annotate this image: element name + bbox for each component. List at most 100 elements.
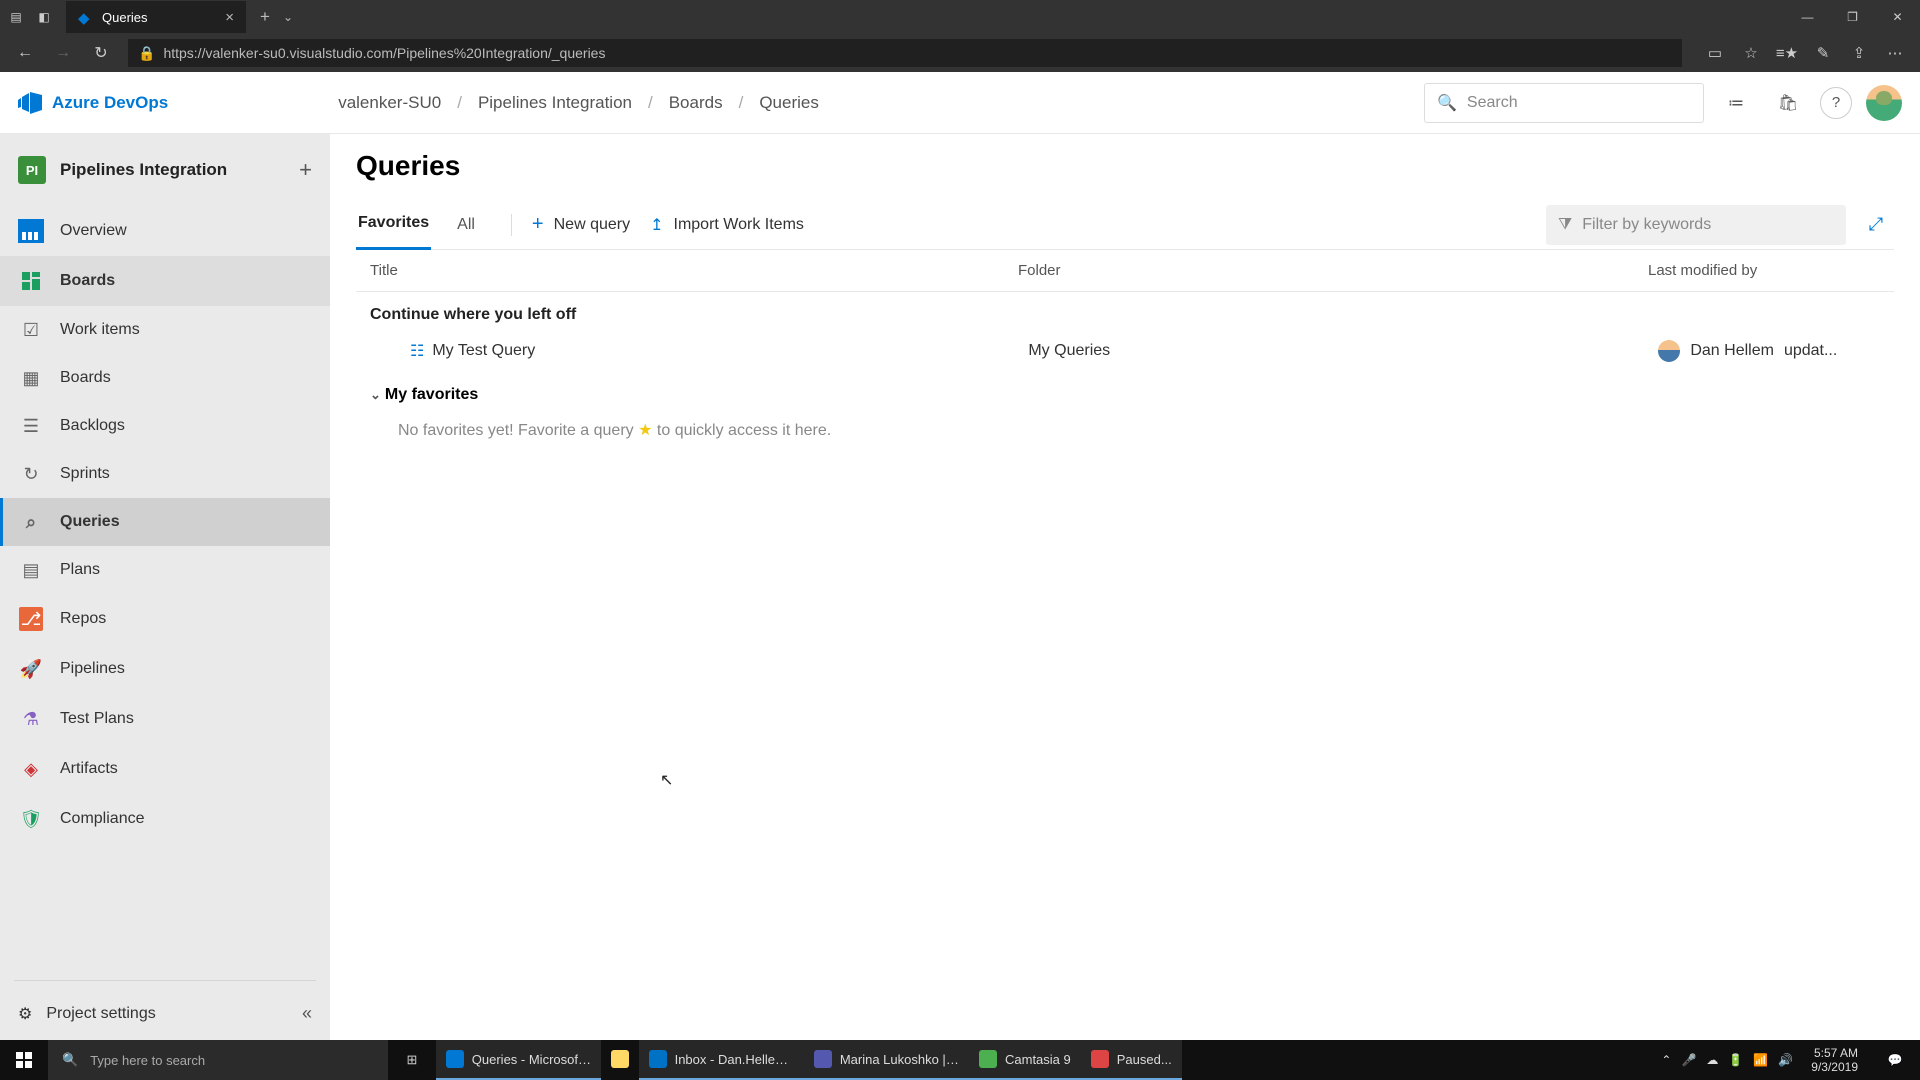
filter-input[interactable]: ⧩ Filter by keywords bbox=[1546, 205, 1846, 245]
user-avatar[interactable] bbox=[1866, 85, 1902, 121]
back-button[interactable]: ← bbox=[8, 36, 42, 70]
sidebar-item-artifacts[interactable]: ◈ Artifacts bbox=[0, 744, 330, 794]
nav-label: Plans bbox=[60, 561, 100, 579]
windows-taskbar: 🔍 Type here to search ⊞ Queries - Micros… bbox=[0, 1040, 1920, 1080]
empty-pre: No favorites yet! Favorite a query bbox=[398, 422, 638, 439]
reading-view-icon[interactable]: ▭ bbox=[1698, 36, 1732, 70]
volume-icon[interactable]: 🔊 bbox=[1778, 1053, 1793, 1067]
list-icon[interactable]: ≔ bbox=[1716, 83, 1756, 123]
sidebar-toggle-icon[interactable]: ▤ bbox=[9, 10, 23, 24]
crumb-org[interactable]: valenker-SU0 bbox=[338, 93, 441, 113]
taskbar-search-input[interactable]: 🔍 Type here to search bbox=[48, 1040, 388, 1080]
taskbar-camtasia[interactable]: Camtasia 9 bbox=[969, 1040, 1081, 1080]
tab-bar: ▤ ◧ ◆ Queries × + ⌄ — ❐ ✕ bbox=[0, 0, 1920, 34]
col-modified[interactable]: Last modified by bbox=[1648, 262, 1882, 279]
sidebar-item-overview[interactable]: Overview bbox=[0, 206, 330, 256]
taskbar-outlook[interactable]: Inbox - Dan.Hellem... bbox=[639, 1040, 804, 1080]
new-tab-button[interactable]: + bbox=[256, 3, 274, 31]
url-field[interactable]: 🔒 https://valenker-su0.visualstudio.com/… bbox=[128, 39, 1682, 67]
sidebar-item-compliance[interactable]: 🛡 Compliance bbox=[0, 794, 330, 844]
nav-label: Work items bbox=[60, 321, 140, 339]
sidebar-item-pipelines[interactable]: 🚀 Pipelines bbox=[0, 644, 330, 694]
sprints-icon: ↻ bbox=[18, 461, 44, 487]
modified-suffix: updat... bbox=[1784, 342, 1837, 360]
new-query-button[interactable]: + New query bbox=[522, 213, 640, 236]
browser-tab[interactable]: ◆ Queries × bbox=[66, 1, 246, 33]
collapse-sidebar-icon[interactable]: « bbox=[302, 1003, 312, 1024]
main-content: Queries Favorites All + New query ↥ Impo… bbox=[330, 134, 1920, 1040]
maximize-button[interactable]: ❐ bbox=[1830, 1, 1875, 33]
project-settings-button[interactable]: ⚙ Project settings « bbox=[0, 987, 330, 1040]
app-label: Paused... bbox=[1117, 1052, 1172, 1067]
favorites-empty-message: No favorites yet! Favorite a query ★ to … bbox=[356, 410, 1894, 450]
search-placeholder: Type here to search bbox=[90, 1053, 205, 1068]
project-header[interactable]: PI Pipelines Integration + bbox=[0, 146, 330, 194]
taskbar-edge[interactable]: Queries - Microsoft... bbox=[436, 1040, 601, 1080]
sidebar-item-boards[interactable]: Boards bbox=[0, 256, 330, 306]
backlogs-icon: ☰ bbox=[18, 413, 44, 439]
refresh-button[interactable]: ↻ bbox=[84, 36, 118, 70]
sidebar-item-boards-sub[interactable]: ▦ Boards bbox=[0, 354, 330, 402]
help-icon[interactable]: ? bbox=[1820, 87, 1852, 119]
add-button[interactable]: + bbox=[299, 157, 312, 183]
query-row[interactable]: ☷ My Test Query My Queries Dan Hellem up… bbox=[356, 330, 1894, 372]
battery-icon[interactable]: 🔋 bbox=[1728, 1053, 1743, 1067]
favorites-section-header[interactable]: ⌄ My favorites bbox=[356, 372, 1894, 410]
sidebar-item-test-plans[interactable]: ⚗ Test Plans bbox=[0, 694, 330, 744]
sidebar-item-plans[interactable]: ▤ Plans bbox=[0, 546, 330, 594]
notifications-icon[interactable]: 💬 bbox=[1876, 1040, 1914, 1080]
mic-icon[interactable]: 🎤 bbox=[1681, 1053, 1696, 1067]
notes-icon[interactable]: ✎ bbox=[1806, 36, 1840, 70]
fullscreen-button[interactable]: ⤢ bbox=[1858, 207, 1894, 243]
azure-devops-logo[interactable]: Azure DevOps bbox=[18, 91, 168, 115]
favorites-list-icon[interactable]: ≡★ bbox=[1770, 36, 1804, 70]
filter-placeholder: Filter by keywords bbox=[1582, 216, 1711, 234]
toolbar: Favorites All + New query ↥ Import Work … bbox=[356, 200, 1894, 250]
crumb-section[interactable]: Boards bbox=[669, 93, 723, 113]
forward-button[interactable]: → bbox=[46, 36, 80, 70]
shopping-bag-icon[interactable]: 🛍 bbox=[1768, 83, 1808, 123]
col-folder[interactable]: Folder bbox=[1018, 262, 1648, 279]
tab-favorites[interactable]: Favorites bbox=[356, 200, 431, 250]
start-button[interactable] bbox=[0, 1040, 48, 1080]
col-title[interactable]: Title bbox=[368, 262, 1018, 279]
tray-chevron-icon[interactable]: ⌃ bbox=[1661, 1053, 1671, 1067]
import-work-items-button[interactable]: ↥ Import Work Items bbox=[640, 215, 814, 235]
crumb-project[interactable]: Pipelines Integration bbox=[478, 93, 632, 113]
favorite-star-icon[interactable]: ☆ bbox=[1734, 36, 1768, 70]
crumb-page[interactable]: Queries bbox=[759, 93, 819, 113]
sidebar-item-repos[interactable]: ⎇ Repos bbox=[0, 594, 330, 644]
tab-dropdown-icon[interactable]: ⌄ bbox=[279, 6, 297, 28]
tabs-icon[interactable]: ◧ bbox=[37, 10, 51, 24]
close-window-button[interactable]: ✕ bbox=[1875, 1, 1920, 33]
repos-icon: ⎇ bbox=[18, 606, 44, 632]
clock[interactable]: 5:57 AM 9/3/2019 bbox=[1803, 1046, 1866, 1075]
sidebar-item-backlogs[interactable]: ☰ Backlogs bbox=[0, 402, 330, 450]
work-items-icon: ☑ bbox=[18, 317, 44, 343]
empty-post: to quickly access it here. bbox=[652, 422, 831, 439]
tab-close-icon[interactable]: × bbox=[225, 9, 234, 26]
taskbar-explorer[interactable] bbox=[601, 1040, 639, 1080]
camtasia-icon bbox=[979, 1050, 997, 1068]
global-search-input[interactable]: 🔍 Search bbox=[1424, 83, 1704, 123]
wifi-icon[interactable]: 📶 bbox=[1753, 1053, 1768, 1067]
minimize-button[interactable]: — bbox=[1785, 1, 1830, 33]
taskbar-paused[interactable]: Paused... bbox=[1081, 1040, 1182, 1080]
share-icon[interactable]: ⇪ bbox=[1842, 36, 1876, 70]
more-icon[interactable]: ⋯ bbox=[1878, 36, 1912, 70]
onedrive-icon[interactable]: ☁ bbox=[1706, 1053, 1718, 1067]
address-right-icons: ▭ ☆ ≡★ ✎ ⇪ ⋯ bbox=[1698, 36, 1912, 70]
sidebar-item-sprints[interactable]: ↻ Sprints bbox=[0, 450, 330, 498]
board-icon: ▦ bbox=[18, 365, 44, 391]
lock-icon: 🔒 bbox=[138, 45, 155, 62]
nav-label: Overview bbox=[60, 222, 127, 240]
tab-all[interactable]: All bbox=[455, 200, 477, 250]
task-view-icon[interactable]: ⊞ bbox=[388, 1040, 436, 1080]
sidebar-item-queries[interactable]: ⌕ Queries bbox=[0, 498, 330, 546]
star-icon: ★ bbox=[638, 422, 652, 439]
import-label: Import Work Items bbox=[674, 216, 804, 234]
nav-label: Repos bbox=[60, 610, 106, 628]
sidebar-item-work-items[interactable]: ☑ Work items bbox=[0, 306, 330, 354]
taskbar-teams[interactable]: Marina Lukoshko | ... bbox=[804, 1040, 969, 1080]
edge-icon bbox=[446, 1050, 464, 1068]
